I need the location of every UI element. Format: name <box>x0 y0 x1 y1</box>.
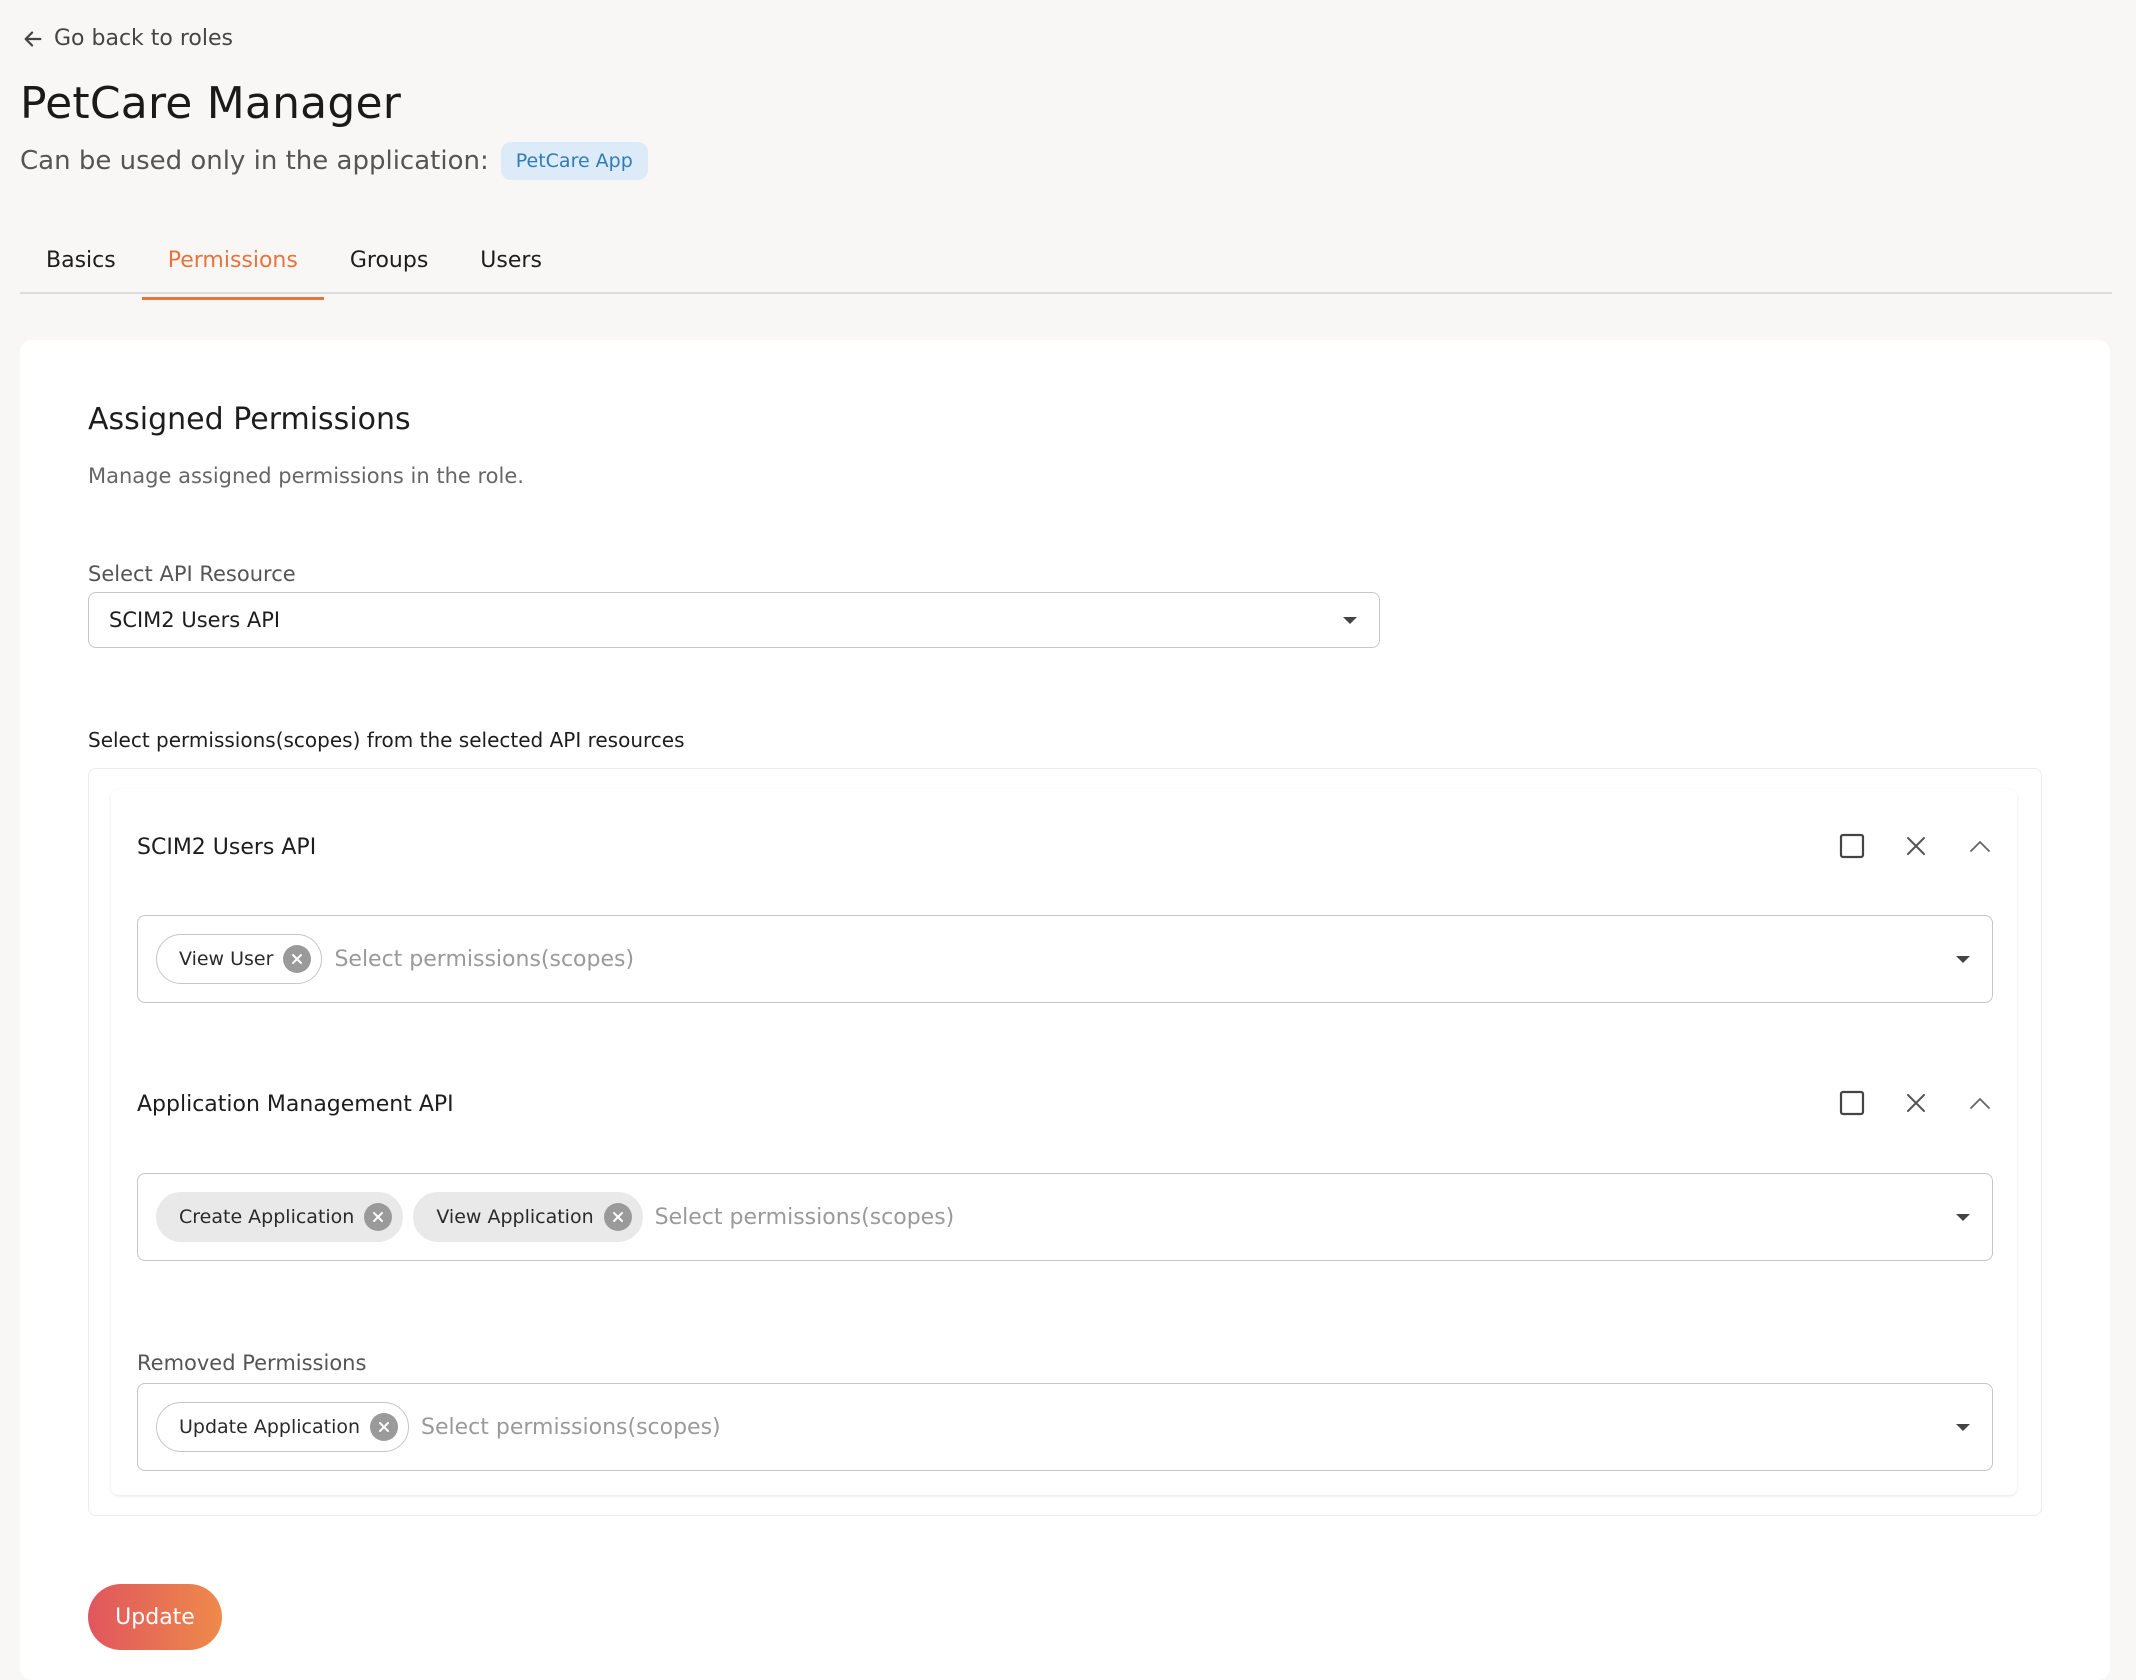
role-tabs: Basics Permissions Groups Users <box>20 240 2112 300</box>
section-description: Manage assigned permissions in the role. <box>88 464 524 488</box>
tab-groups[interactable]: Groups <box>324 240 454 292</box>
api-resource-value: SCIM2 Users API <box>109 608 281 632</box>
removed-scopes-multiselect[interactable]: Update Application Select permissions(sc… <box>137 1383 1993 1471</box>
remove-chip-icon[interactable] <box>364 1203 393 1231</box>
back-link-label: Go back to roles <box>54 26 233 51</box>
caret-down-icon <box>1343 617 1357 624</box>
scope-chip: View Application <box>413 1192 643 1242</box>
scopes-hint: Select permissions(scopes) from the sele… <box>88 728 685 752</box>
remove-chip-icon[interactable] <box>603 1203 632 1231</box>
api-resource-label: Select API Resource <box>88 562 296 586</box>
back-to-roles-link[interactable]: Go back to roles <box>22 26 233 51</box>
remove-api-button[interactable] <box>1899 829 1933 863</box>
scopes-multiselect[interactable]: View User Select permissions(scopes) <box>137 915 1993 1003</box>
close-icon <box>1907 1094 1925 1112</box>
collapse-api-button[interactable] <box>1963 829 1997 863</box>
scope-chip: Create Application <box>156 1192 404 1242</box>
scopes-placeholder: Select permissions(scopes) <box>334 946 635 972</box>
tab-users[interactable]: Users <box>454 240 568 292</box>
remove-api-button[interactable] <box>1899 1086 1933 1120</box>
caret-down-icon <box>1956 1214 1970 1221</box>
page-title: PetCare Manager <box>20 78 402 129</box>
caret-down-icon <box>1956 1424 1970 1431</box>
scope-chip-label: Create Application <box>179 1206 355 1228</box>
subtitle-text: Can be used only in the application: <box>20 146 489 176</box>
api-actions <box>1835 1086 1997 1120</box>
checkbox-icon <box>1839 833 1865 859</box>
arrow-left-icon <box>24 30 42 47</box>
role-app-scope: Can be used only in the application: Pet… <box>20 142 648 180</box>
select-all-checkbox[interactable] <box>1835 1086 1869 1120</box>
checkbox-icon <box>1839 1090 1865 1116</box>
scopes-placeholder: Select permissions(scopes) <box>654 1204 955 1230</box>
scopes-multiselect[interactable]: Create Application View Application Sele… <box>137 1173 1993 1261</box>
scope-chip: View User <box>156 934 323 984</box>
scope-chip: Update Application <box>156 1402 410 1452</box>
tab-permissions[interactable]: Permissions <box>141 240 324 300</box>
api-resource-list: SCIM2 Users API View User Select permiss… <box>111 789 2017 1495</box>
collapse-api-button[interactable] <box>1963 1086 1997 1120</box>
scope-chip-label: Update Application <box>179 1416 361 1438</box>
removed-permissions-label: Removed Permissions <box>137 1351 367 1375</box>
select-all-checkbox[interactable] <box>1835 829 1869 863</box>
tab-basics[interactable]: Basics <box>20 240 142 292</box>
application-chip: PetCare App <box>500 142 648 180</box>
scope-chip-label: View User <box>179 948 274 970</box>
api-name: SCIM2 Users API <box>137 835 317 860</box>
remove-chip-icon[interactable] <box>283 945 312 973</box>
caret-down-icon <box>1956 956 1970 963</box>
api-actions <box>1835 829 1997 863</box>
api-name: Application Management API <box>137 1092 454 1117</box>
scope-chip-label: View Application <box>436 1206 594 1228</box>
update-button[interactable]: Update <box>88 1584 222 1650</box>
chevron-up-icon <box>1970 1098 1990 1109</box>
scopes-placeholder: Select permissions(scopes) <box>421 1414 721 1440</box>
close-icon <box>1907 837 1925 855</box>
section-title: Assigned Permissions <box>88 402 411 437</box>
remove-chip-icon[interactable] <box>370 1413 399 1441</box>
permissions-card: Assigned Permissions Manage assigned per… <box>20 340 2110 1680</box>
selected-api-resources: SCIM2 Users API View User Select permiss… <box>88 768 2042 1516</box>
chevron-up-icon <box>1970 841 1990 852</box>
api-resource-select[interactable]: SCIM2 Users API <box>88 592 1380 648</box>
